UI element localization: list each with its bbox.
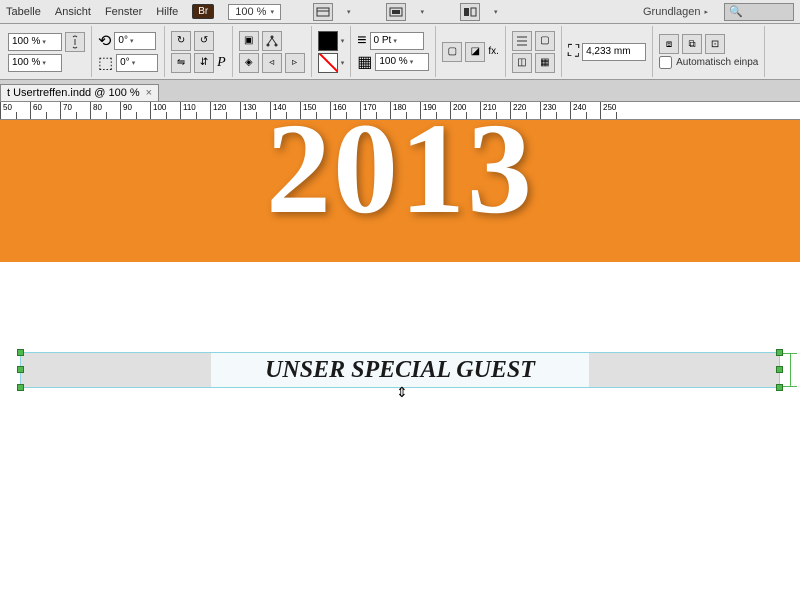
search-icon: 🔍 (729, 5, 743, 18)
view-mode-icon-3[interactable] (460, 3, 480, 21)
workspace-selector[interactable]: Grundlagen▸ (643, 6, 708, 18)
menu-tabelle[interactable]: Tabelle (6, 6, 41, 18)
handle-tl[interactable] (17, 349, 24, 356)
document-canvas[interactable]: 2013 UNSER SPECIAL GUEST ⇕ (0, 120, 800, 600)
horizontal-ruler[interactable]: 5060708090100110120130140150160170180190… (0, 102, 800, 120)
fit-frame-icon-1[interactable]: ⧈ (659, 34, 679, 54)
crop-icon: ⛶ (568, 43, 579, 61)
handle-bl[interactable] (17, 384, 24, 391)
frame-margin-right (589, 353, 779, 387)
menu-hilfe[interactable]: Hilfe (156, 6, 178, 18)
flip-v-icon[interactable]: ⇵ (194, 53, 214, 73)
p-label: P (217, 55, 226, 71)
stroke-swatch[interactable] (318, 53, 338, 73)
text-frame-selected[interactable]: UNSER SPECIAL GUEST (20, 352, 780, 388)
view-mode-icon-1[interactable] (313, 3, 333, 21)
hierarchy-icon[interactable] (262, 31, 282, 51)
wrap-icon-2[interactable]: ▦ (535, 53, 555, 73)
handle-ml[interactable] (17, 366, 24, 373)
frame-margin-left (21, 353, 211, 387)
control-panel: 100 %▾ 100 %▾ ⟲0°▾ ⬚0°▾ ↻ ↺ ⇋ ⇵ P ▣ ◈ ◃ … (0, 24, 800, 80)
corners-icon[interactable]: ▢ (535, 31, 555, 51)
auto-fit-label: Automatisch einpa (676, 57, 758, 68)
zoom-level-top[interactable]: 100 %▾ (228, 4, 281, 20)
width-input[interactable]: 4,233 mm (582, 43, 646, 61)
menu-fenster[interactable]: Fenster (105, 6, 142, 18)
handle-br[interactable] (776, 384, 783, 391)
opacity-input[interactable]: 100 %▾ (375, 53, 429, 71)
document-tab[interactable]: t Usertreffen.indd @ 100 % × (0, 84, 159, 101)
stroke-weight-input[interactable]: 0 Pt▾ (370, 32, 424, 50)
fill-swatch[interactable] (318, 31, 338, 51)
bridge-button[interactable]: Br (192, 4, 214, 19)
wrap-icon-1[interactable]: ◫ (512, 53, 532, 73)
handle-tr[interactable] (776, 349, 783, 356)
next-obj-icon[interactable]: ▹ (285, 53, 305, 73)
handle-mr[interactable] (776, 366, 783, 373)
scale-y-input[interactable]: 100 %▾ (8, 54, 62, 72)
rotate-icon: ⟲ (98, 31, 111, 51)
measure-indicator (783, 353, 797, 387)
select-content-icon[interactable]: ◈ (239, 53, 259, 73)
close-icon[interactable]: × (146, 87, 152, 99)
heading-text[interactable]: UNSER SPECIAL GUEST (265, 357, 535, 384)
scale-x-input[interactable]: 100 %▾ (8, 33, 62, 51)
prev-obj-icon[interactable]: ◃ (262, 53, 282, 73)
flip-h-icon[interactable]: ⇋ (171, 53, 191, 73)
view-mode-icon-2[interactable] (386, 3, 406, 21)
align-lines-icon[interactable] (512, 31, 532, 51)
drop-shadow-icon[interactable]: ◪ (465, 42, 485, 62)
menu-ansicht[interactable]: Ansicht (55, 6, 91, 18)
stroke-weight-icon: ≡ (357, 32, 366, 50)
rotation-input[interactable]: 0°▾ (114, 32, 156, 50)
shear-icon: ⬚ (98, 53, 113, 73)
rotate-ccw-icon[interactable]: ↺ (194, 31, 214, 51)
document-tab-bar: t Usertreffen.indd @ 100 % × (0, 80, 800, 102)
select-container-icon[interactable]: ▣ (239, 31, 259, 51)
fit-frame-icon-3[interactable]: ⊡ (705, 34, 725, 54)
banner-frame[interactable]: 2013 (0, 120, 800, 262)
tab-label: t Usertreffen.indd @ 100 % (7, 87, 140, 99)
fx-button[interactable]: fx. (488, 46, 499, 57)
resize-cursor-icon: ⇕ (396, 384, 408, 401)
link-scale-icon[interactable] (65, 32, 85, 52)
auto-fit-checkbox[interactable] (659, 56, 672, 69)
year-text: 2013 (266, 120, 534, 233)
rotate-cw-icon[interactable]: ↻ (171, 31, 191, 51)
menu-bar: Tabelle Ansicht Fenster Hilfe Br 100 %▾ … (0, 0, 800, 24)
fit-frame-icon-2[interactable]: ⧉ (682, 34, 702, 54)
opacity-icon: ▦ (357, 52, 372, 72)
search-input[interactable]: 🔍 (724, 3, 794, 21)
shear-input[interactable]: 0°▾ (116, 54, 158, 72)
wrap-none-icon[interactable]: ▢ (442, 42, 462, 62)
